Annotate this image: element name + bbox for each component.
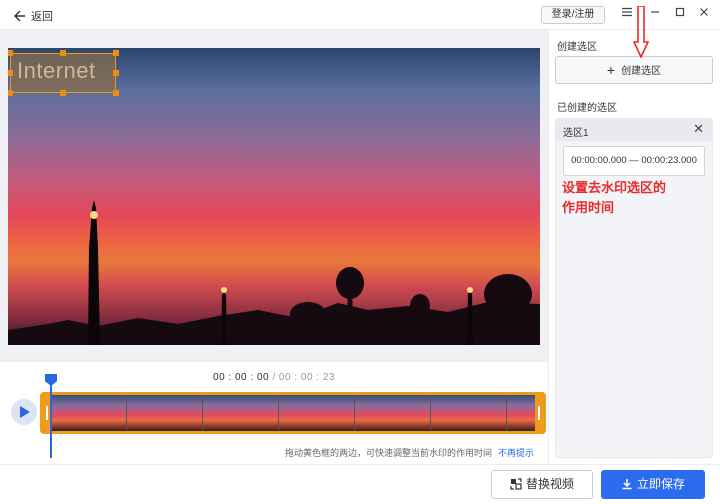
close-icon[interactable] — [696, 6, 712, 22]
frame-thumbnail — [51, 395, 127, 431]
hint-text: 拖动黄色框的两边，可快速调整当前水印的作用时间 — [284, 448, 492, 458]
current-time: 00 : 00 : 00 — [213, 372, 270, 383]
title-bar: 返回 登录/注册 — [0, 0, 720, 30]
resize-handle-bottom-left[interactable] — [8, 90, 13, 96]
frame-thumbnail — [355, 395, 431, 431]
frame-thumbnail — [431, 395, 507, 431]
delete-region-icon[interactable]: ✕ — [693, 121, 704, 137]
frame-thumbnail — [127, 395, 203, 431]
annotation-line-2: 作用时间 — [562, 200, 615, 215]
download-icon — [622, 479, 632, 490]
watermark-text: Internet — [17, 58, 96, 83]
region-name: 选区1 — [563, 128, 589, 139]
dismiss-hint-link[interactable]: 不再提示 — [498, 448, 534, 458]
timeline-hint: 拖动黄色框的两边，可快速调整当前水印的作用时间 不再提示 — [285, 446, 534, 459]
annotation-arrow-icon — [633, 6, 649, 58]
save-now-button[interactable]: 立即保存 — [601, 470, 705, 499]
resize-handle-top-left[interactable] — [8, 50, 13, 56]
frame-thumbnail — [279, 395, 355, 431]
login-button[interactable]: 登录/注册 — [541, 6, 605, 24]
created-section-title: 已创建的选区 — [557, 103, 617, 114]
save-now-label: 立即保存 — [636, 477, 685, 491]
total-time: 00 : 00 : 23 — [278, 372, 335, 383]
time-readout: 00 : 00 : 00 / 00 : 00 : 23 — [0, 372, 548, 383]
region-time-range[interactable]: 00:00:00.000 — 00:00:23.000 — [563, 146, 705, 176]
create-region-button[interactable]: + 创建选区 — [555, 56, 713, 84]
video-preview[interactable]: Internet — [8, 48, 540, 345]
resize-handle-right[interactable] — [113, 70, 119, 76]
back-arrow-icon — [14, 10, 25, 22]
timeline-strip[interactable] — [40, 392, 546, 434]
frame-thumbnail — [203, 395, 279, 431]
minimize-icon[interactable] — [647, 6, 663, 22]
play-button[interactable] — [11, 399, 37, 425]
annotation-line-1: 设置去水印选区的 — [562, 180, 667, 195]
region-card: 选区1 ✕ 00:00:00.000 — 00:00:23.000 — [555, 118, 713, 458]
annotation-text: 设置去水印选区的 作用时间 — [562, 178, 702, 218]
time-separator: / — [269, 372, 279, 383]
watermark-selection-box[interactable]: Internet — [10, 53, 116, 93]
playhead-line[interactable] — [50, 378, 52, 458]
trim-handle-right[interactable] — [535, 395, 543, 431]
bottom-bar: 替换视频 立即保存 — [0, 464, 720, 504]
replace-video-label: 替换视频 — [525, 477, 574, 491]
resize-handle-left[interactable] — [8, 70, 13, 76]
play-icon — [20, 406, 30, 418]
region-panel: 创建选区 + 创建选区 已创建的选区 选区1 ✕ 00:00:00.000 — 0… — [548, 30, 720, 464]
region-header: 选区1 ✕ — [556, 119, 712, 141]
resize-handle-bottom[interactable] — [60, 90, 66, 96]
back-label: 返回 — [31, 11, 53, 23]
resize-handle-bottom-right[interactable] — [113, 90, 119, 96]
replace-video-button[interactable]: 替换视频 — [491, 470, 593, 499]
back-button[interactable]: 返回 — [14, 8, 53, 24]
create-region-label: 创建选区 — [621, 66, 662, 77]
editor-area: Internet 00 : 00 : 00 / 00 : 00 : 23 拖动黄… — [0, 30, 548, 464]
maximize-icon[interactable] — [672, 6, 688, 22]
resize-handle-top-right[interactable] — [113, 50, 119, 56]
plus-icon: + — [606, 62, 616, 78]
resize-handle-top[interactable] — [60, 50, 66, 56]
create-section-title: 创建选区 — [557, 42, 597, 53]
replace-icon — [510, 478, 522, 490]
timeline-panel: 00 : 00 : 00 / 00 : 00 : 23 拖动黄色框的两边，可快速… — [0, 362, 548, 464]
